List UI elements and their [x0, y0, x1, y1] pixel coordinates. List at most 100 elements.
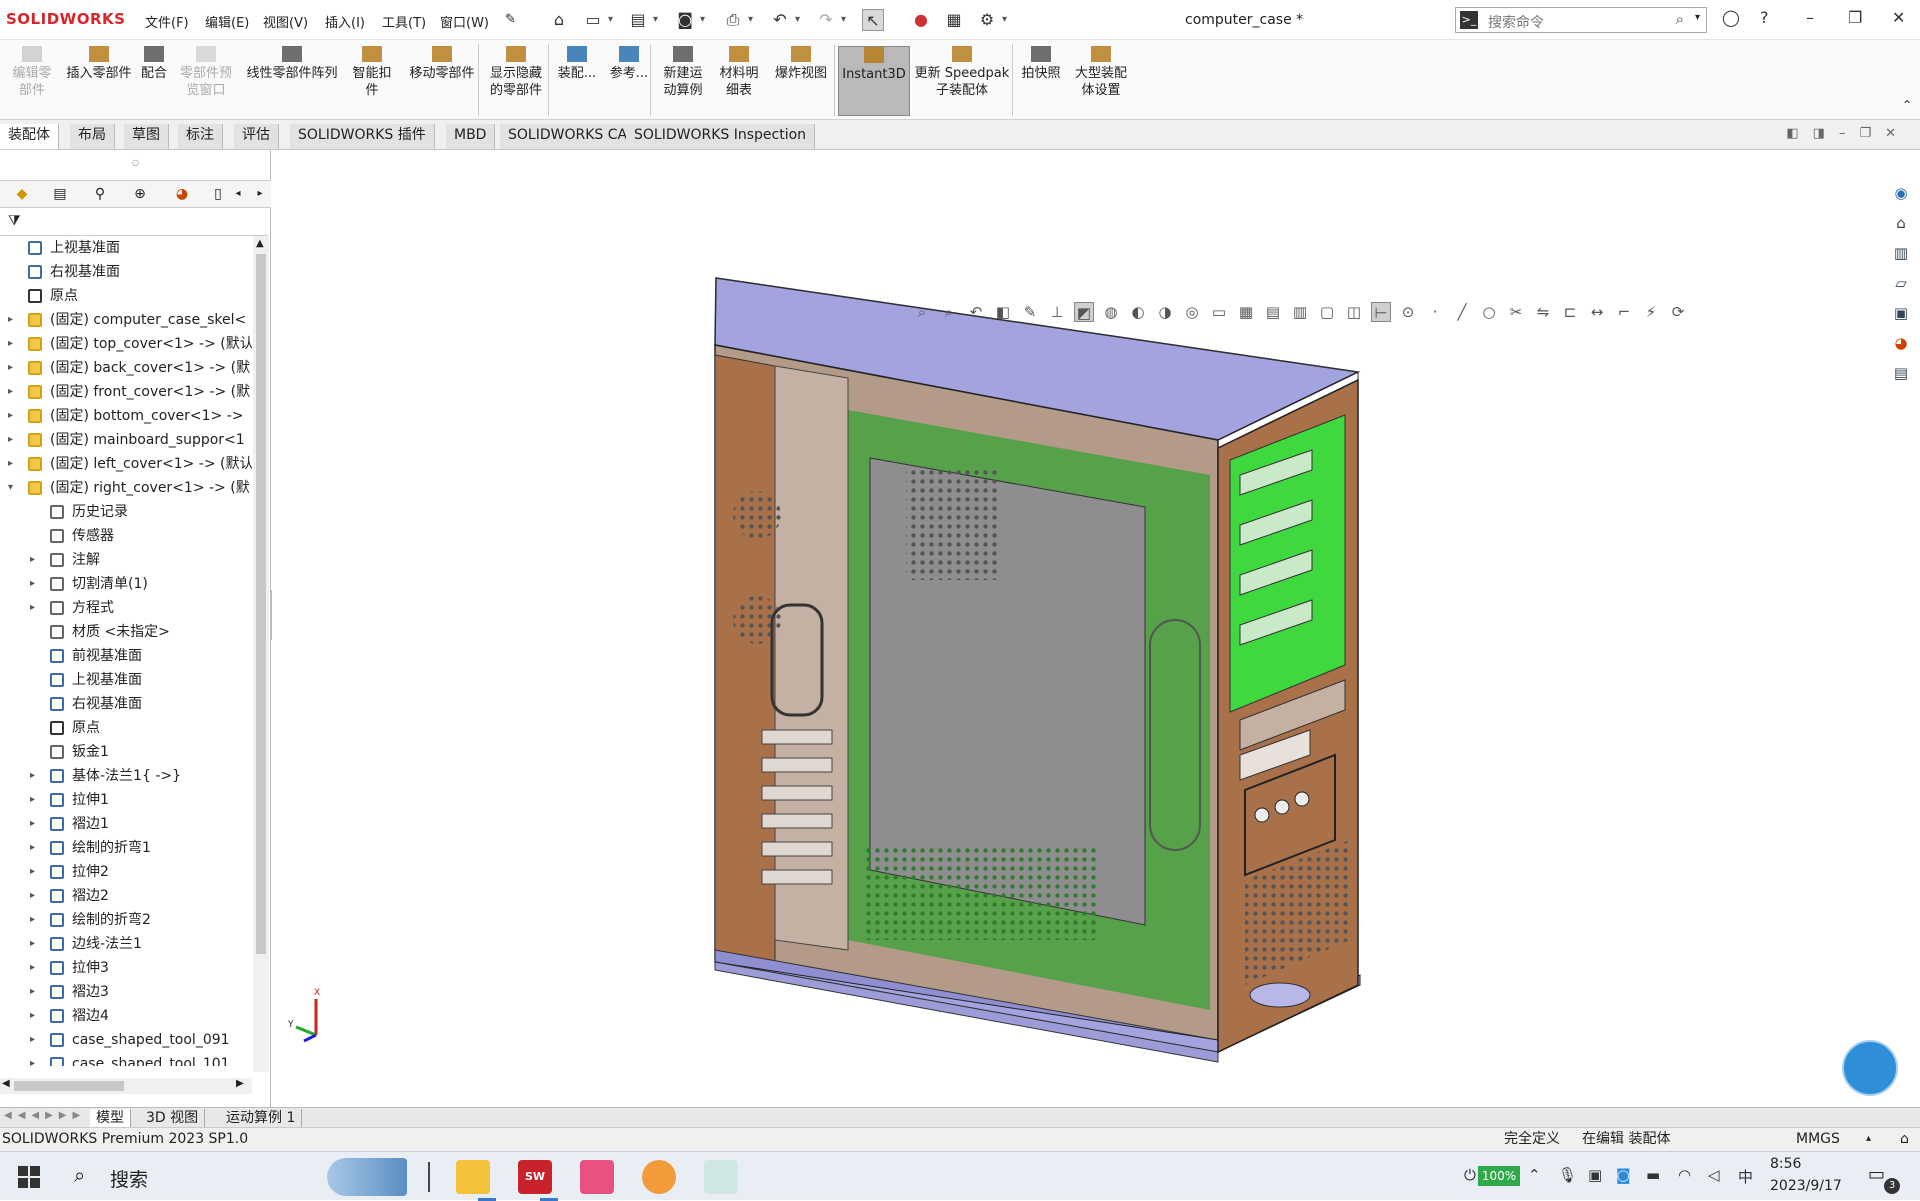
- configuration-manager-icon[interactable]: ⚲: [90, 185, 110, 203]
- expand-caret-icon[interactable]: ▸: [30, 1052, 35, 1066]
- panel-more-icon[interactable]: ▯: [208, 185, 228, 203]
- help-icon[interactable]: ?: [1760, 8, 1769, 27]
- taskbar-search[interactable]: ⌕ 搜索: [62, 1152, 422, 1201]
- restore-icon[interactable]: ❐: [1848, 8, 1862, 27]
- expand-caret-icon[interactable]: ▸: [8, 428, 13, 452]
- tree-hscroll-thumb[interactable]: [14, 1081, 124, 1091]
- ribbon-button[interactable]: 爆炸视图: [770, 46, 832, 116]
- clock-date[interactable]: 2023/9/17: [1770, 1178, 1842, 1194]
- view-palette-icon[interactable]: ▣: [1890, 304, 1912, 326]
- section-view-icon[interactable]: ◧: [993, 302, 1013, 322]
- menu-item[interactable]: 工具(T): [382, 12, 426, 31]
- filter-icon[interactable]: ⧩: [8, 213, 21, 229]
- print-icon[interactable]: ⎙: [722, 9, 753, 31]
- assistant-orb-icon[interactable]: [1842, 1040, 1898, 1096]
- hide-show-icon[interactable]: ◍: [1101, 302, 1121, 322]
- options-gear-icon[interactable]: ⚙: [976, 9, 1007, 31]
- line-icon[interactable]: ╱: [1452, 302, 1472, 322]
- point-icon[interactable]: ·: [1425, 302, 1445, 322]
- ribbon-button[interactable]: 编辑零 部件: [4, 46, 60, 116]
- display-style-icon[interactable]: ◩: [1074, 302, 1094, 322]
- menu-item[interactable]: 视图(V): [263, 12, 308, 31]
- command-tab[interactable]: 评估: [234, 124, 279, 149]
- dynamic-annotation-icon[interactable]: ✎: [1020, 302, 1040, 322]
- status-tag-icon[interactable]: ⌂: [1900, 1128, 1909, 1150]
- scroll-up-icon[interactable]: ▲: [256, 238, 264, 249]
- bottom-tab[interactable]: 模型: [90, 1109, 131, 1127]
- ribbon-button[interactable]: 智能扣件: [350, 46, 394, 116]
- expand-caret-icon[interactable]: ▸: [30, 572, 35, 596]
- toolbox-app-icon[interactable]: [642, 1160, 676, 1194]
- pin-menu-icon[interactable]: ✎: [505, 12, 516, 27]
- ribbon-button[interactable]: 显示隐藏 的零部件: [486, 46, 546, 116]
- file-explorer-app-icon[interactable]: [456, 1160, 490, 1194]
- command-tab[interactable]: SOLIDWORKS Inspection: [626, 124, 816, 149]
- expand-caret-icon[interactable]: ▾: [8, 476, 13, 500]
- expand-caret-icon[interactable]: ▸: [8, 332, 13, 356]
- tab-scroll-left-icon[interactable]: ◂: [228, 185, 248, 203]
- minimize-icon[interactable]: –: [1806, 8, 1814, 27]
- open-icon[interactable]: ▤: [627, 9, 658, 31]
- expand-caret-icon[interactable]: ▸: [30, 1028, 35, 1052]
- audio-app-icon[interactable]: [580, 1160, 614, 1194]
- microphone-icon[interactable]: 🎙: [1558, 1166, 1577, 1184]
- tree-scroll-thumb[interactable]: [256, 254, 266, 954]
- ribbon-button[interactable]: 插入零部件: [58, 46, 140, 116]
- cartoon-icon[interactable]: ◫: [1344, 302, 1364, 322]
- file-explorer-icon[interactable]: ▱: [1890, 274, 1912, 296]
- screen-capture-icon[interactable]: ▣: [1588, 1166, 1602, 1184]
- windows-start-icon[interactable]: [18, 1166, 40, 1188]
- feature-tree-icon[interactable]: ◆: [12, 185, 32, 203]
- select-icon[interactable]: ↖: [862, 9, 884, 31]
- solidworks-logo[interactable]: SOLIDWORKS: [6, 10, 125, 28]
- ribbon-button[interactable]: 更新 Speedpak 子装配体: [914, 46, 1010, 116]
- battery-icon[interactable]: ▬: [1646, 1166, 1660, 1184]
- ribbon-button[interactable]: 线性零部件阵列: [242, 46, 342, 116]
- shadows-icon[interactable]: ▤: [1263, 302, 1283, 322]
- zoom-area-icon[interactable]: ⌕: [939, 302, 959, 322]
- apply-scene-icon[interactable]: ◑: [1155, 302, 1175, 322]
- expand-caret-icon[interactable]: ▸: [30, 860, 35, 884]
- expand-caret-icon[interactable]: ▸: [30, 932, 35, 956]
- search-box[interactable]: >_ 搜索命令 ⌕ ▾: [1455, 7, 1707, 33]
- account-icon[interactable]: ◯: [1722, 8, 1740, 27]
- expand-caret-icon[interactable]: ▸: [30, 1004, 35, 1028]
- command-tab[interactable]: 布局: [70, 124, 115, 149]
- sketch-relations-icon[interactable]: ⊢: [1371, 302, 1391, 322]
- units-dropdown-icon[interactable]: ▴: [1866, 1128, 1871, 1150]
- ribbon-button[interactable]: 新建运 动算例: [656, 46, 710, 116]
- collapse-ribbon-icon[interactable]: ⌃: [1902, 98, 1912, 112]
- command-tab[interactable]: 装配体: [0, 124, 59, 149]
- ribbon-button[interactable]: 零部件预 览窗口: [176, 46, 236, 116]
- expand-caret-icon[interactable]: ▸: [30, 788, 35, 812]
- tab-nav-arrows[interactable]: ◀◀◀▶▶▶: [4, 1110, 86, 1121]
- previous-view-icon[interactable]: ↶: [966, 302, 986, 322]
- network-app-icon[interactable]: [704, 1160, 738, 1194]
- menu-item[interactable]: 窗口(W): [440, 12, 489, 31]
- panel-splitter-dot[interactable]: ○: [132, 158, 139, 167]
- offset-icon[interactable]: ⊏: [1560, 302, 1580, 322]
- perspective-icon[interactable]: ▢: [1317, 302, 1337, 322]
- search-icon[interactable]: ⌕: [1676, 10, 1684, 28]
- command-tab[interactable]: 草图: [124, 124, 169, 149]
- clock-time[interactable]: 8:56: [1770, 1156, 1801, 1172]
- expand-caret-icon[interactable]: ▸: [30, 764, 35, 788]
- trim-icon[interactable]: ✂: [1506, 302, 1526, 322]
- graphics-area[interactable]: ⌕ ⌕ ↶ ◧ ✎ ⊥ ◩ ◍ ◐ ◑ ◎ ▭ ▦ ▤ ▥ ▢ ◫ ⊢ ⊙ · ╱ ○ ✂ ⇋ ⊏ ↔ ⌐ ⚡ ⟳ X Y: [272, 150, 1920, 1107]
- view-settings-icon[interactable]: ◎: [1182, 302, 1202, 322]
- expand-caret-icon[interactable]: ▸: [30, 548, 35, 572]
- ribbon-button[interactable]: 移动零部件: [402, 46, 482, 116]
- solidworks-app-icon[interactable]: SW: [518, 1160, 552, 1194]
- custom-properties-icon[interactable]: ▤: [1890, 364, 1912, 386]
- design-library-home-icon[interactable]: ⌂: [1890, 214, 1912, 236]
- scroll-right-icon[interactable]: ▶: [236, 1078, 244, 1089]
- tree-filter[interactable]: ⧩: [0, 208, 268, 236]
- dimension-icon[interactable]: ↔: [1587, 302, 1607, 322]
- command-tab[interactable]: MBD: [446, 124, 496, 149]
- expand-caret-icon[interactable]: ▸: [30, 980, 35, 1004]
- realview-icon[interactable]: ▦: [1236, 302, 1256, 322]
- menu-item[interactable]: 文件(F): [145, 12, 189, 31]
- expand-caret-icon[interactable]: ▸: [8, 380, 13, 404]
- menu-item[interactable]: 插入(I): [325, 12, 365, 31]
- wifi-icon[interactable]: ◠: [1678, 1166, 1691, 1184]
